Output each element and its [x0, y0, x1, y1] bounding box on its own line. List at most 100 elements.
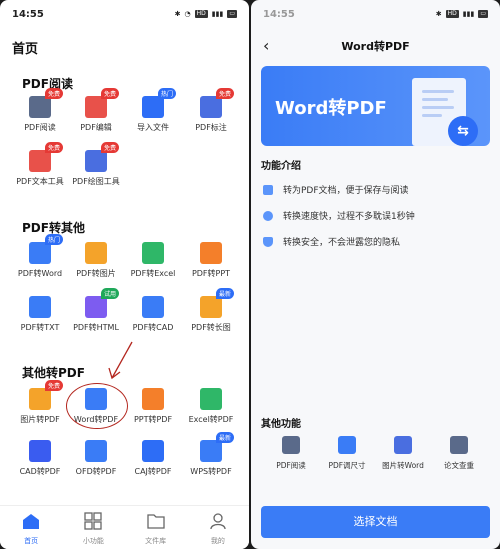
- status-icons: ✱ HD ▮▮▮ ▭: [436, 10, 488, 18]
- tool-item[interactable]: PPT转PDF: [123, 388, 183, 425]
- tool-item[interactable]: OFD转PDF: [66, 440, 126, 477]
- other-item-paper-check[interactable]: 论文查重: [431, 436, 487, 471]
- other-item-label: 论文查重: [444, 461, 474, 470]
- pdf-to-ppt-icon: [200, 242, 222, 264]
- pdf-annotate-icon: 免费: [200, 88, 234, 118]
- nav-home[interactable]: 首页: [0, 506, 62, 549]
- tool-item[interactable]: PDF转Excel: [123, 242, 183, 279]
- other-item-pdf-read[interactable]: PDF阅读: [263, 436, 319, 471]
- tool-item[interactable]: 免费 PDF文本工具: [10, 142, 70, 187]
- feature-text: 转换安全，不会泄露您的隐私: [283, 238, 401, 248]
- header: ‹ Word转PDF: [251, 30, 500, 62]
- home-icon: [23, 514, 40, 529]
- badge: 热门: [157, 88, 176, 99]
- tool-item[interactable]: 最新 PDF转长图: [181, 288, 241, 333]
- other-item-pdf-resize[interactable]: PDF调尺寸: [319, 436, 375, 471]
- page-title: Word转PDF: [341, 40, 410, 53]
- other-item-label: PDF阅读: [276, 461, 306, 470]
- tool-item[interactable]: 热门 PDF转Word: [10, 234, 70, 279]
- other-item-image-to-word[interactable]: 图片转Word: [375, 436, 431, 471]
- intro-title: 功能介绍: [261, 161, 301, 172]
- pdf-to-cad-icon: [142, 296, 164, 318]
- tool-label: PDF编辑: [80, 123, 112, 132]
- pdf-edit-icon: 免费: [85, 88, 119, 118]
- tool-label: 导入文件: [137, 123, 169, 132]
- tool-label: OFD转PDF: [75, 467, 117, 476]
- tool-item[interactable]: 免费 PDF绘图工具: [66, 142, 126, 187]
- pdf-read-icon: 免费: [29, 88, 63, 118]
- tool-label: PDF标注: [195, 123, 227, 132]
- badge: 最新: [215, 432, 234, 443]
- tool-item[interactable]: Excel转PDF: [181, 388, 241, 425]
- nav-label: 小功能: [82, 537, 104, 545]
- tool-label: WPS转PDF: [190, 467, 232, 476]
- tool-item[interactable]: 热门导入文件: [123, 88, 183, 133]
- tool-label: PDF转HTML: [73, 323, 119, 332]
- nav-files[interactable]: 文件库: [125, 506, 187, 549]
- status-time: 14:55: [12, 8, 44, 20]
- tool-label: PPT转PDF: [133, 415, 173, 424]
- section-title-other-to-pdf: 其他转PDF: [22, 366, 85, 380]
- status-bar: 14:55 ✱ ◔ HD ▮▮▮ ▭: [0, 0, 249, 28]
- tool-label: PDF转Excel: [130, 269, 176, 278]
- tool-label: PDF阅读: [24, 123, 56, 132]
- feature-item: 转换速度快，过程不多耽误1秒钟: [263, 209, 415, 222]
- banner: Word转PDF ⇆: [261, 66, 490, 146]
- tool-item[interactable]: CAJ转PDF: [123, 440, 183, 477]
- pdf-to-excel-icon: [142, 242, 164, 264]
- status-time: 14:55: [263, 8, 295, 20]
- feature-item: 转为PDF文档，便于保存与阅读: [263, 183, 409, 196]
- select-document-button[interactable]: 选择文档: [261, 506, 490, 538]
- tool-item[interactable]: 免费图片转PDF: [10, 380, 70, 425]
- image-to-pdf-icon: 免费: [29, 380, 63, 410]
- pdf-to-html-icon: 试用: [85, 288, 119, 318]
- tool-item[interactable]: PDF转CAD: [123, 296, 183, 333]
- pdf-draw-tool-icon: 免费: [85, 142, 119, 172]
- home-screen: 14:55 ✱ ◔ HD ▮▮▮ ▭ 首页 PDF阅读 PDF转其他 其他转PD…: [0, 0, 249, 549]
- status-icons: ✱ ◔ HD ▮▮▮ ▭: [175, 10, 237, 18]
- badge: 免费: [44, 380, 63, 391]
- tool-label: PDF转长图: [191, 323, 231, 332]
- hd-icon: HD: [445, 10, 459, 18]
- wps-to-pdf-icon: 最新: [200, 432, 234, 462]
- nav-tools[interactable]: 小功能: [62, 506, 124, 549]
- tool-item[interactable]: PDF转PPT: [181, 242, 241, 279]
- badge: 免费: [44, 142, 63, 153]
- tool-label: PDF转CAD: [132, 323, 174, 332]
- ppt-to-pdf-icon: [142, 388, 164, 410]
- bottom-nav: 首页 小功能 文件库 我的: [0, 505, 249, 549]
- nav-label: 首页: [24, 537, 39, 545]
- tool-item[interactable]: 最新 WPS转PDF: [181, 432, 241, 477]
- profile-icon: [210, 513, 226, 530]
- battery-icon: ▭: [227, 10, 237, 18]
- signal-icon: ▮▮▮: [211, 10, 224, 18]
- pdf-text-tool-icon: 免费: [29, 142, 63, 172]
- nav-profile[interactable]: 我的: [187, 506, 249, 549]
- other-functions-title: 其他功能: [261, 419, 301, 430]
- tool-label: 图片转PDF: [20, 415, 60, 424]
- tool-item[interactable]: PDF转图片: [66, 242, 126, 279]
- tool-item[interactable]: 试用 PDF转HTML: [66, 288, 126, 333]
- word-to-pdf-screen: 14:55 ✱ HD ▮▮▮ ▭ ‹ Word转PDF Word转PDF ⇆ 功…: [251, 0, 500, 549]
- bluetooth-icon: ✱: [435, 10, 442, 18]
- tool-label: PDF转图片: [76, 269, 116, 278]
- folder-icon: [146, 514, 165, 529]
- other-item-label: PDF调尺寸: [328, 461, 366, 470]
- speed-icon: [263, 210, 273, 221]
- signal-icon: ▮▮▮: [462, 10, 475, 18]
- badge: 免费: [100, 142, 119, 153]
- tool-item[interactable]: 免费 PDF阅读: [10, 88, 70, 133]
- pdf-read-icon: [282, 436, 300, 454]
- tool-label: PDF转TXT: [20, 323, 60, 332]
- pdf-to-word-icon: 热门: [29, 234, 63, 264]
- tool-item[interactable]: PDF转TXT: [10, 296, 70, 333]
- nav-label: 文件库: [145, 537, 167, 545]
- tool-item[interactable]: 免费 PDF编辑: [66, 88, 126, 133]
- badge: 免费: [215, 88, 234, 99]
- tool-item[interactable]: 免费 PDF标注: [181, 88, 241, 133]
- tool-label: Excel转PDF: [188, 415, 234, 424]
- tool-item[interactable]: CAD转PDF: [10, 440, 70, 477]
- badge: 免费: [100, 88, 119, 99]
- tool-label: PDF转PPT: [191, 269, 231, 278]
- image-to-word-icon: [394, 436, 412, 454]
